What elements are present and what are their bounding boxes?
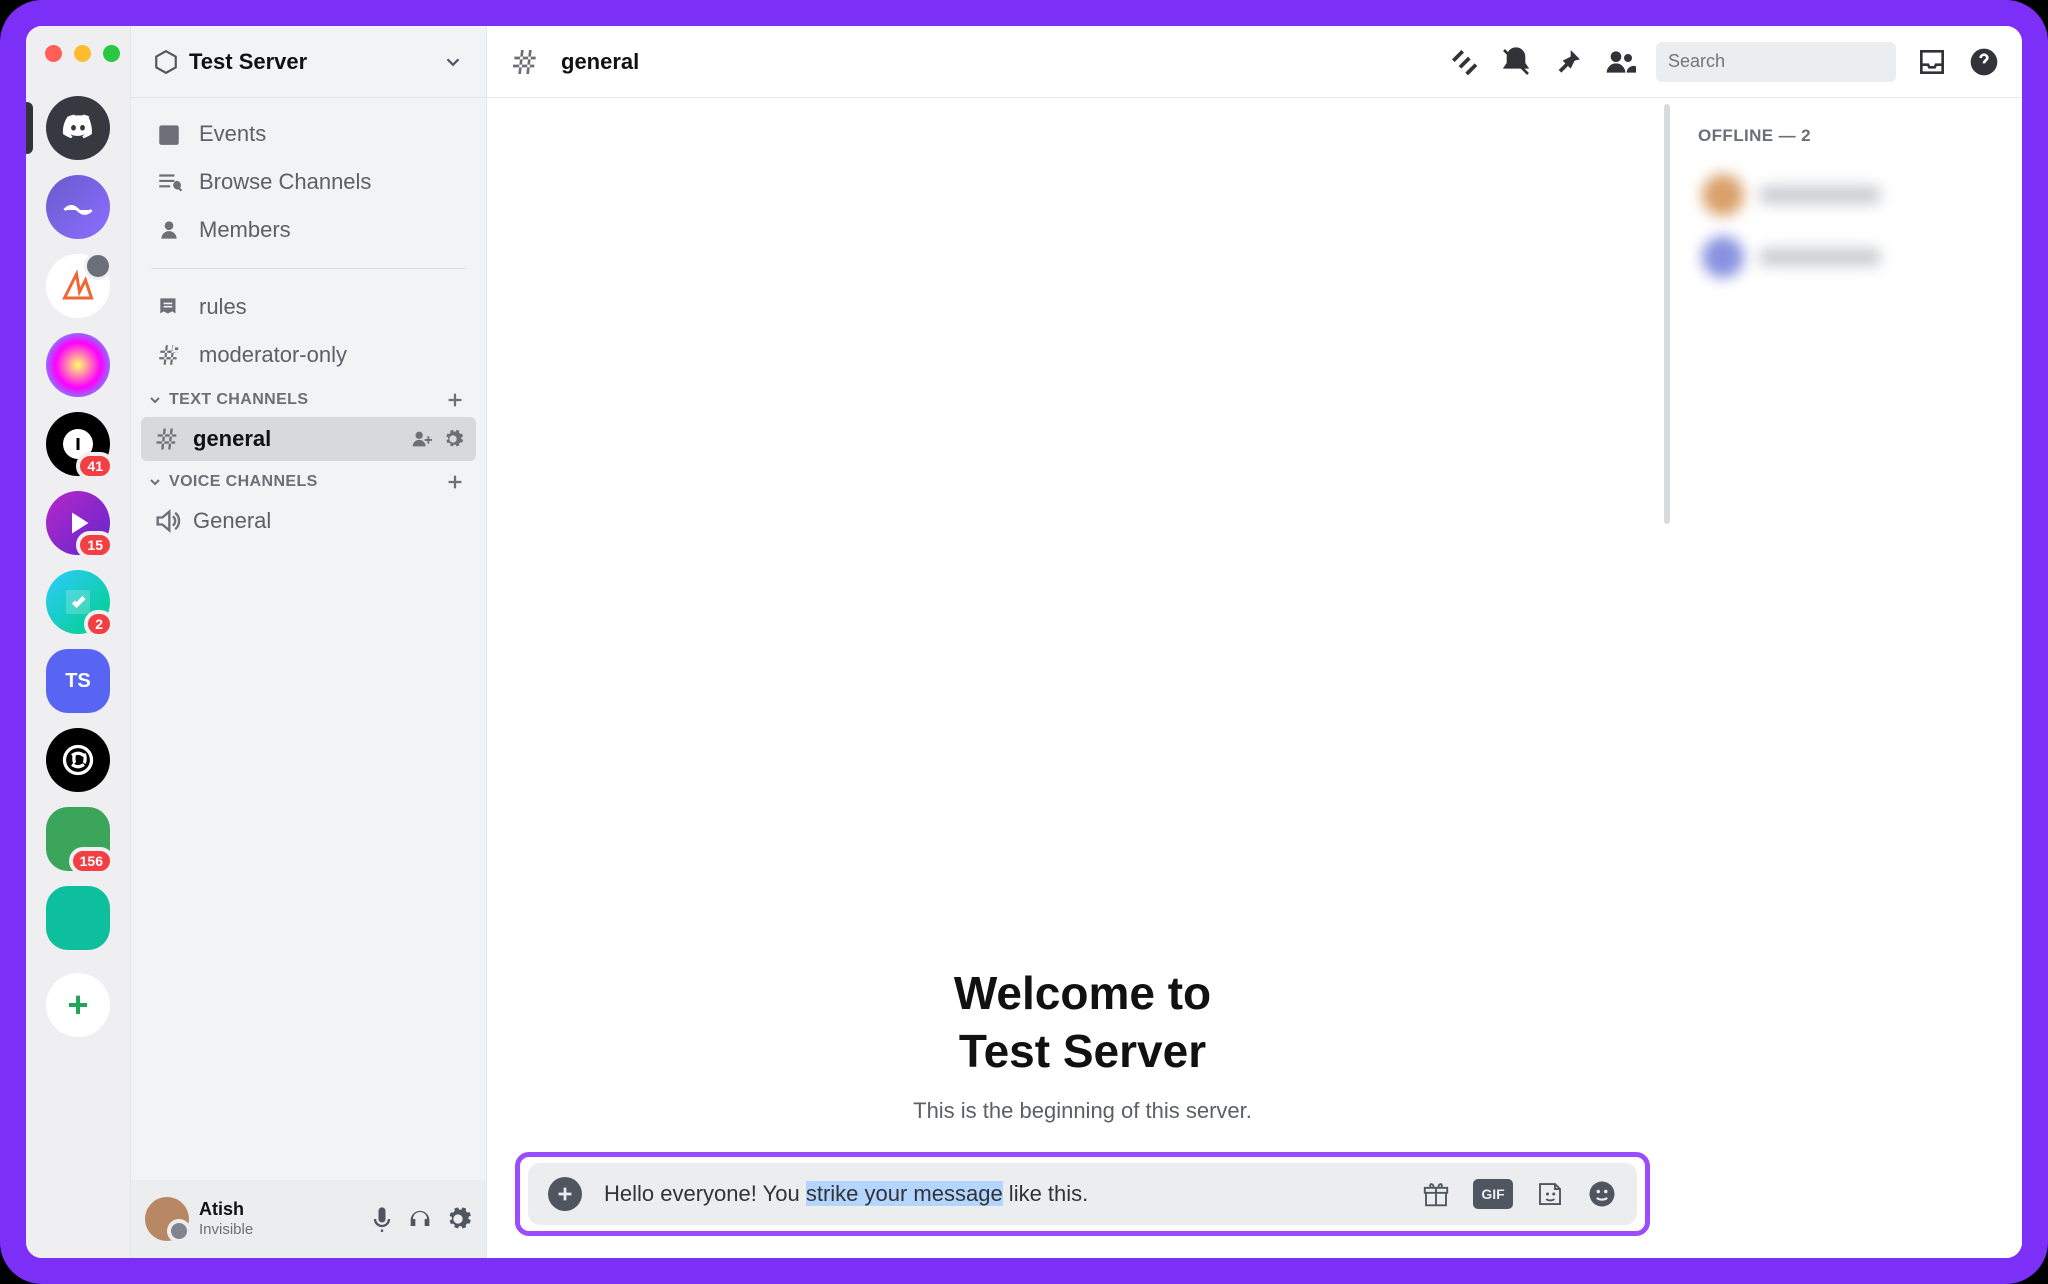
channel-label: general — [193, 426, 271, 452]
chevron-down-icon — [147, 474, 163, 490]
maximize-window[interactable] — [103, 45, 120, 62]
server-header[interactable]: Test Server — [131, 26, 486, 98]
help-icon[interactable] — [1968, 46, 2000, 78]
unread-badge: 41 — [76, 452, 114, 480]
server-item-active[interactable]: TS — [46, 649, 110, 713]
chevron-down-icon — [442, 51, 464, 73]
main-column: general Welcome to — [487, 26, 2022, 1258]
server-item[interactable] — [46, 886, 110, 950]
add-server-button[interactable]: + — [46, 973, 110, 1037]
voice-channel-label: General — [193, 508, 271, 534]
server-name: Test Server — [189, 49, 442, 75]
inbox-icon[interactable] — [1916, 46, 1948, 78]
channel-name: general — [561, 49, 639, 75]
members-icon — [155, 216, 183, 244]
unread-badge: 2 — [84, 610, 114, 638]
window-traffic-lights[interactable] — [45, 45, 120, 62]
user-status: Invisible — [199, 1221, 358, 1239]
server-item[interactable] — [46, 333, 110, 397]
general-text-channel[interactable]: general — [141, 417, 476, 461]
welcome-line2: Test Server — [959, 1025, 1206, 1077]
channel-header: general — [487, 26, 2022, 98]
category-label: VOICE CHANNELS — [169, 473, 318, 491]
rules-channel[interactable]: rules — [141, 283, 476, 331]
close-window[interactable] — [45, 45, 62, 62]
search-box[interactable] — [1656, 42, 1896, 82]
moderator-channel[interactable]: moderator-only — [141, 331, 476, 379]
member-item[interactable] — [1698, 164, 2002, 226]
search-input[interactable] — [1668, 51, 1900, 72]
threads-icon[interactable] — [1448, 46, 1480, 78]
scrollbar[interactable] — [1664, 104, 1670, 524]
server-item[interactable]: 41 — [46, 412, 110, 476]
gift-icon[interactable] — [1421, 1179, 1451, 1209]
text-channels-category[interactable]: TEXT CHANNELS — [141, 379, 476, 417]
server-item[interactable] — [46, 175, 110, 239]
server-item[interactable]: 2 — [46, 570, 110, 634]
members-category: OFFLINE — 2 — [1698, 126, 2002, 146]
user-name: Atish — [199, 1199, 358, 1221]
members-panel: OFFLINE — 2 — [1678, 98, 2022, 1258]
member-item[interactable] — [1698, 226, 2002, 288]
channel-panel: Test Server Events Browse Channels Membe… — [131, 26, 487, 1258]
show-members-icon[interactable] — [1604, 46, 1636, 78]
voice-channels-category[interactable]: VOICE CHANNELS — [141, 461, 476, 499]
settings-icon[interactable] — [444, 1205, 472, 1233]
speaker-icon — [153, 507, 181, 535]
selected-text: strike your message — [806, 1181, 1003, 1206]
moderator-label: moderator-only — [199, 342, 347, 368]
unread-badge: 15 — [76, 531, 114, 559]
notifications-icon[interactable] — [1500, 46, 1532, 78]
user-info[interactable]: Atish Invisible — [199, 1199, 358, 1239]
server-item[interactable]: 156 — [46, 807, 110, 871]
sticker-icon[interactable] — [1535, 1179, 1565, 1209]
user-area: Atish Invisible — [131, 1180, 486, 1258]
messages-area: Welcome to Test Server This is the begin… — [487, 98, 1678, 1258]
members-label: Members — [199, 217, 291, 243]
hash-icon — [509, 46, 541, 78]
minimize-window[interactable] — [74, 45, 91, 62]
general-voice-channel[interactable]: General — [141, 499, 476, 543]
message-compose[interactable]: Hello everyone! You strike your message … — [528, 1163, 1637, 1225]
welcome-subtitle: This is the beginning of this server. — [515, 1098, 1650, 1124]
rules-label: rules — [199, 294, 247, 320]
events-label: Events — [199, 121, 266, 147]
compose-highlight: Hello everyone! You strike your message … — [515, 1152, 1650, 1236]
gif-button[interactable]: GIF — [1473, 1179, 1513, 1209]
mute-icon[interactable] — [368, 1205, 396, 1233]
chevron-down-icon — [147, 392, 163, 408]
browse-label: Browse Channels — [199, 169, 371, 195]
category-label: TEXT CHANNELS — [169, 391, 308, 409]
server-item[interactable]: 15 — [46, 491, 110, 555]
hash-icon — [153, 425, 181, 453]
divider — [151, 268, 466, 269]
events-button[interactable]: Events — [141, 110, 476, 158]
welcome-block: Welcome to Test Server This is the begin… — [515, 965, 1650, 1152]
emoji-icon[interactable] — [1587, 1179, 1617, 1209]
rules-icon — [155, 293, 183, 321]
attach-button[interactable] — [548, 1177, 582, 1211]
add-channel-icon[interactable] — [444, 471, 466, 493]
members-button[interactable]: Members — [141, 206, 476, 254]
hash-lock-icon — [155, 341, 183, 369]
browse-icon — [155, 168, 183, 196]
unread-badge: 156 — [69, 847, 114, 875]
user-avatar[interactable] — [145, 1197, 189, 1241]
server-item[interactable] — [46, 254, 110, 318]
server-rail: 41 15 2 TS 156 + — [26, 26, 131, 1258]
deafen-icon[interactable] — [406, 1205, 434, 1233]
welcome-line1: Welcome to — [954, 967, 1211, 1019]
gear-icon[interactable] — [442, 428, 464, 450]
direct-messages-button[interactable] — [46, 96, 110, 160]
pin-icon[interactable] — [1552, 46, 1584, 78]
compose-text[interactable]: Hello everyone! You strike your message … — [604, 1181, 1399, 1207]
invite-icon[interactable] — [410, 428, 432, 450]
calendar-icon — [155, 120, 183, 148]
add-channel-icon[interactable] — [444, 389, 466, 411]
server-boost-icon — [153, 49, 179, 75]
server-initials: TS — [65, 670, 91, 693]
server-item[interactable] — [46, 728, 110, 792]
browse-channels-button[interactable]: Browse Channels — [141, 158, 476, 206]
